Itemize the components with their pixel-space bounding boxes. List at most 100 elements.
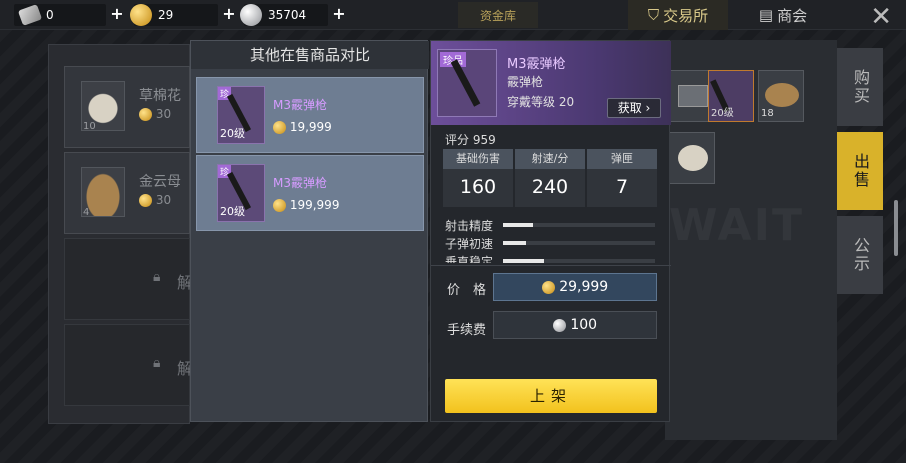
locked-slot[interactable]: 🔒︎ 解 — [64, 324, 193, 406]
attr-bar-fill — [503, 223, 534, 227]
item-icon-box: 珍 20级 — [217, 164, 265, 222]
silver-currency: 35704 — [240, 4, 328, 26]
attr-label: 子弹初速 — [445, 237, 494, 251]
item-price-value: 30 — [155, 193, 172, 207]
stat-label: 弹匣 — [587, 149, 657, 169]
compare-title: 其他在售商品对比 — [191, 41, 429, 69]
inventory-slot[interactable] — [669, 132, 715, 184]
locked-slot[interactable]: 🔒︎ 解 — [64, 238, 193, 320]
cotton-icon — [678, 145, 708, 171]
stat-label: 射速/分 — [515, 149, 585, 169]
inventory-slot[interactable]: 20级 — [708, 70, 754, 122]
gold-value: 29 — [158, 8, 174, 22]
exchange-label: 交易所 — [663, 6, 709, 25]
gold-coin-icon — [139, 108, 152, 121]
item-count: 4 — [83, 207, 90, 218]
stat-value: 7 — [615, 176, 629, 198]
list-item[interactable]: 4 金云母 30 — [64, 152, 190, 234]
fee-value: 100 — [570, 317, 598, 333]
item-price: 30 — [139, 193, 171, 207]
attr-label: 垂直稳定 — [445, 255, 494, 263]
item-icon-box: 珍品 — [437, 49, 497, 117]
exchange-icon: ⛉ — [647, 6, 660, 24]
slot-count: 18 — [761, 108, 774, 119]
attr-bar — [503, 223, 655, 227]
gold-coin-icon — [273, 121, 286, 134]
top-bar: 0 + 29 + 35704 + 资金库 ⛉ 交易所 ▤ 商会 ✕ — [0, 0, 906, 32]
item-name: M3霰弹枪 — [273, 98, 327, 112]
stat-table: 基础伤害 160 射速/分 240 弹匣 7 — [443, 149, 657, 207]
item-price: 199,999 — [273, 198, 339, 212]
slot-level: 20级 — [711, 108, 734, 119]
gold-coin-icon — [130, 4, 152, 26]
list-for-sale-button[interactable]: 上架 — [445, 379, 657, 413]
item-price-value: 30 — [155, 107, 172, 121]
tab-announce-label: 公示 — [851, 237, 870, 273]
fee-label: 手续费 — [447, 323, 487, 338]
inventory-slot[interactable]: 18 — [758, 70, 804, 122]
watermark: WAIT — [669, 200, 804, 251]
price-value: 29,999 — [559, 279, 609, 295]
add-silver-button[interactable]: + — [332, 5, 346, 23]
item-name: M3霰弹枪 — [273, 176, 327, 190]
item-name: M3霰弹枪 — [507, 57, 566, 72]
compare-panel: 其他在售商品对比 珍 20级 M3霰弹枪 19,999 珍 20级 M3霰弹枪 … — [190, 40, 429, 422]
silver-value: 35704 — [268, 8, 307, 22]
tab-announce[interactable]: 公示 — [837, 216, 883, 294]
silver-coin-icon — [552, 318, 566, 332]
gold-coin-icon — [541, 280, 555, 294]
lock-icon: 🔒︎ — [153, 355, 161, 371]
item-score: 评分 959 — [445, 133, 496, 147]
item-icon-box: 珍 20级 — [217, 86, 265, 144]
item-level: 20级 — [220, 127, 245, 140]
item-price: 30 — [139, 107, 171, 121]
tab-shop[interactable]: ▤ 商会 — [748, 0, 818, 30]
attr-bar-fill — [503, 259, 545, 263]
list-item[interactable]: 10 草棉花 30 — [64, 66, 190, 148]
item-name: 金云母 — [139, 174, 181, 190]
item-price-value: 19,999 — [289, 120, 332, 134]
stat-value: 240 — [531, 176, 569, 198]
add-voucher-button[interactable]: + — [110, 5, 124, 23]
side-tabs: 购买 出售 公示 — [837, 40, 883, 300]
stat-value: 160 — [459, 176, 497, 198]
scrollbar[interactable] — [894, 200, 898, 256]
tab-buy-label: 购买 — [851, 69, 870, 105]
tab-sell-label: 出售 — [851, 153, 870, 189]
voucher-value: 0 — [46, 8, 54, 22]
silver-coin-icon — [240, 4, 262, 26]
attr-bar — [503, 259, 655, 263]
tab-buy[interactable]: 购买 — [837, 48, 883, 126]
case-icon — [678, 85, 708, 107]
stat-fire-rate: 射速/分 240 — [515, 149, 585, 207]
equip-level: 穿戴等级 20 — [507, 95, 575, 109]
stat-magazine: 弹匣 7 — [587, 149, 657, 207]
gold-currency: 29 — [130, 4, 218, 26]
tab-sell[interactable]: 出售 — [837, 132, 883, 210]
vault-button[interactable]: 资金库 — [458, 2, 538, 28]
add-gold-button[interactable]: + — [222, 5, 236, 23]
attr-list[interactable]: 射击精度 子弹初速 垂直稳定 — [431, 213, 671, 263]
lock-icon: 🔒︎ — [153, 269, 161, 285]
attr-bar — [503, 241, 655, 245]
vault-label: 资金库 — [479, 8, 516, 23]
compare-row[interactable]: 珍 20级 M3霰弹枪 199,999 — [196, 155, 424, 231]
fee-display: 100 — [493, 311, 657, 339]
close-icon[interactable]: ✕ — [870, 2, 892, 32]
gold-coin-icon — [273, 199, 286, 212]
tab-exchange[interactable]: ⛉ 交易所 — [628, 0, 728, 30]
voucher-icon — [17, 4, 43, 26]
compare-row[interactable]: 珍 20级 M3霰弹枪 19,999 — [196, 77, 424, 153]
price-input[interactable]: 29,999 — [493, 273, 657, 301]
attr-label: 射击精度 — [445, 219, 494, 233]
get-source-button[interactable]: 获取 › — [607, 98, 661, 118]
item-price-value: 199,999 — [289, 198, 340, 212]
stat-label: 基础伤害 — [443, 149, 513, 169]
item-name: 草棉花 — [139, 88, 181, 104]
item-type: 霰弹枪 — [507, 75, 544, 89]
item-level: 20级 — [220, 205, 245, 218]
stat-damage: 基础伤害 160 — [443, 149, 513, 207]
divider — [431, 265, 671, 266]
voucher-currency: 0 — [14, 4, 106, 26]
mica-icon — [765, 83, 799, 107]
